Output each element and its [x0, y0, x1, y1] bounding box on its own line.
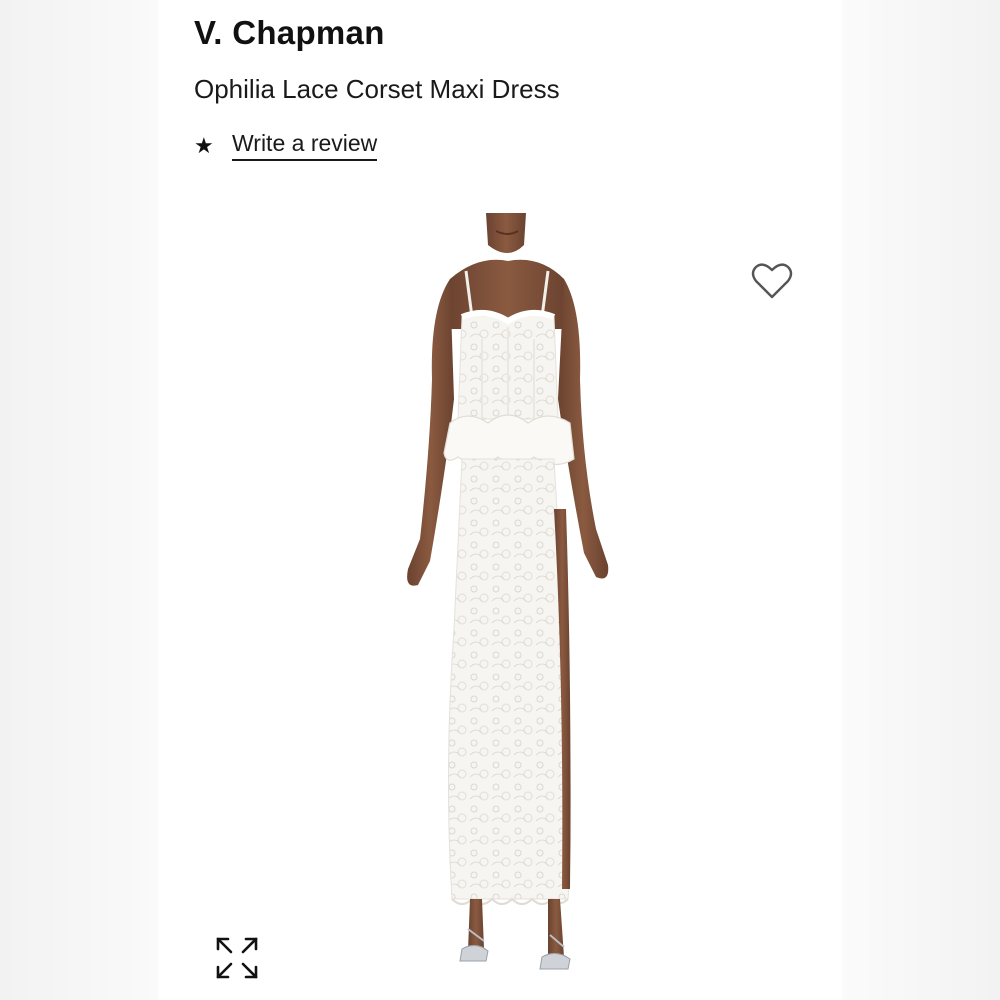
left-blur-background — [0, 0, 160, 1000]
write-review-link[interactable]: Write a review — [232, 130, 378, 161]
star-icon: ★ — [194, 132, 214, 158]
product-image-container[interactable] — [158, 195, 842, 1000]
product-image — [407, 213, 609, 970]
product-title: Ophilia Lace Corset Maxi Dress — [194, 74, 560, 104]
rating-row: ★ Write a review — [194, 130, 378, 161]
brand-name[interactable]: V. Chapman — [194, 14, 385, 52]
product-panel: V. Chapman Ophilia Lace Corset Maxi Dres… — [158, 0, 842, 1000]
heart-outline-icon[interactable] — [750, 261, 794, 301]
expand-arrows-icon[interactable] — [214, 935, 260, 981]
right-blur-background — [840, 0, 1000, 1000]
